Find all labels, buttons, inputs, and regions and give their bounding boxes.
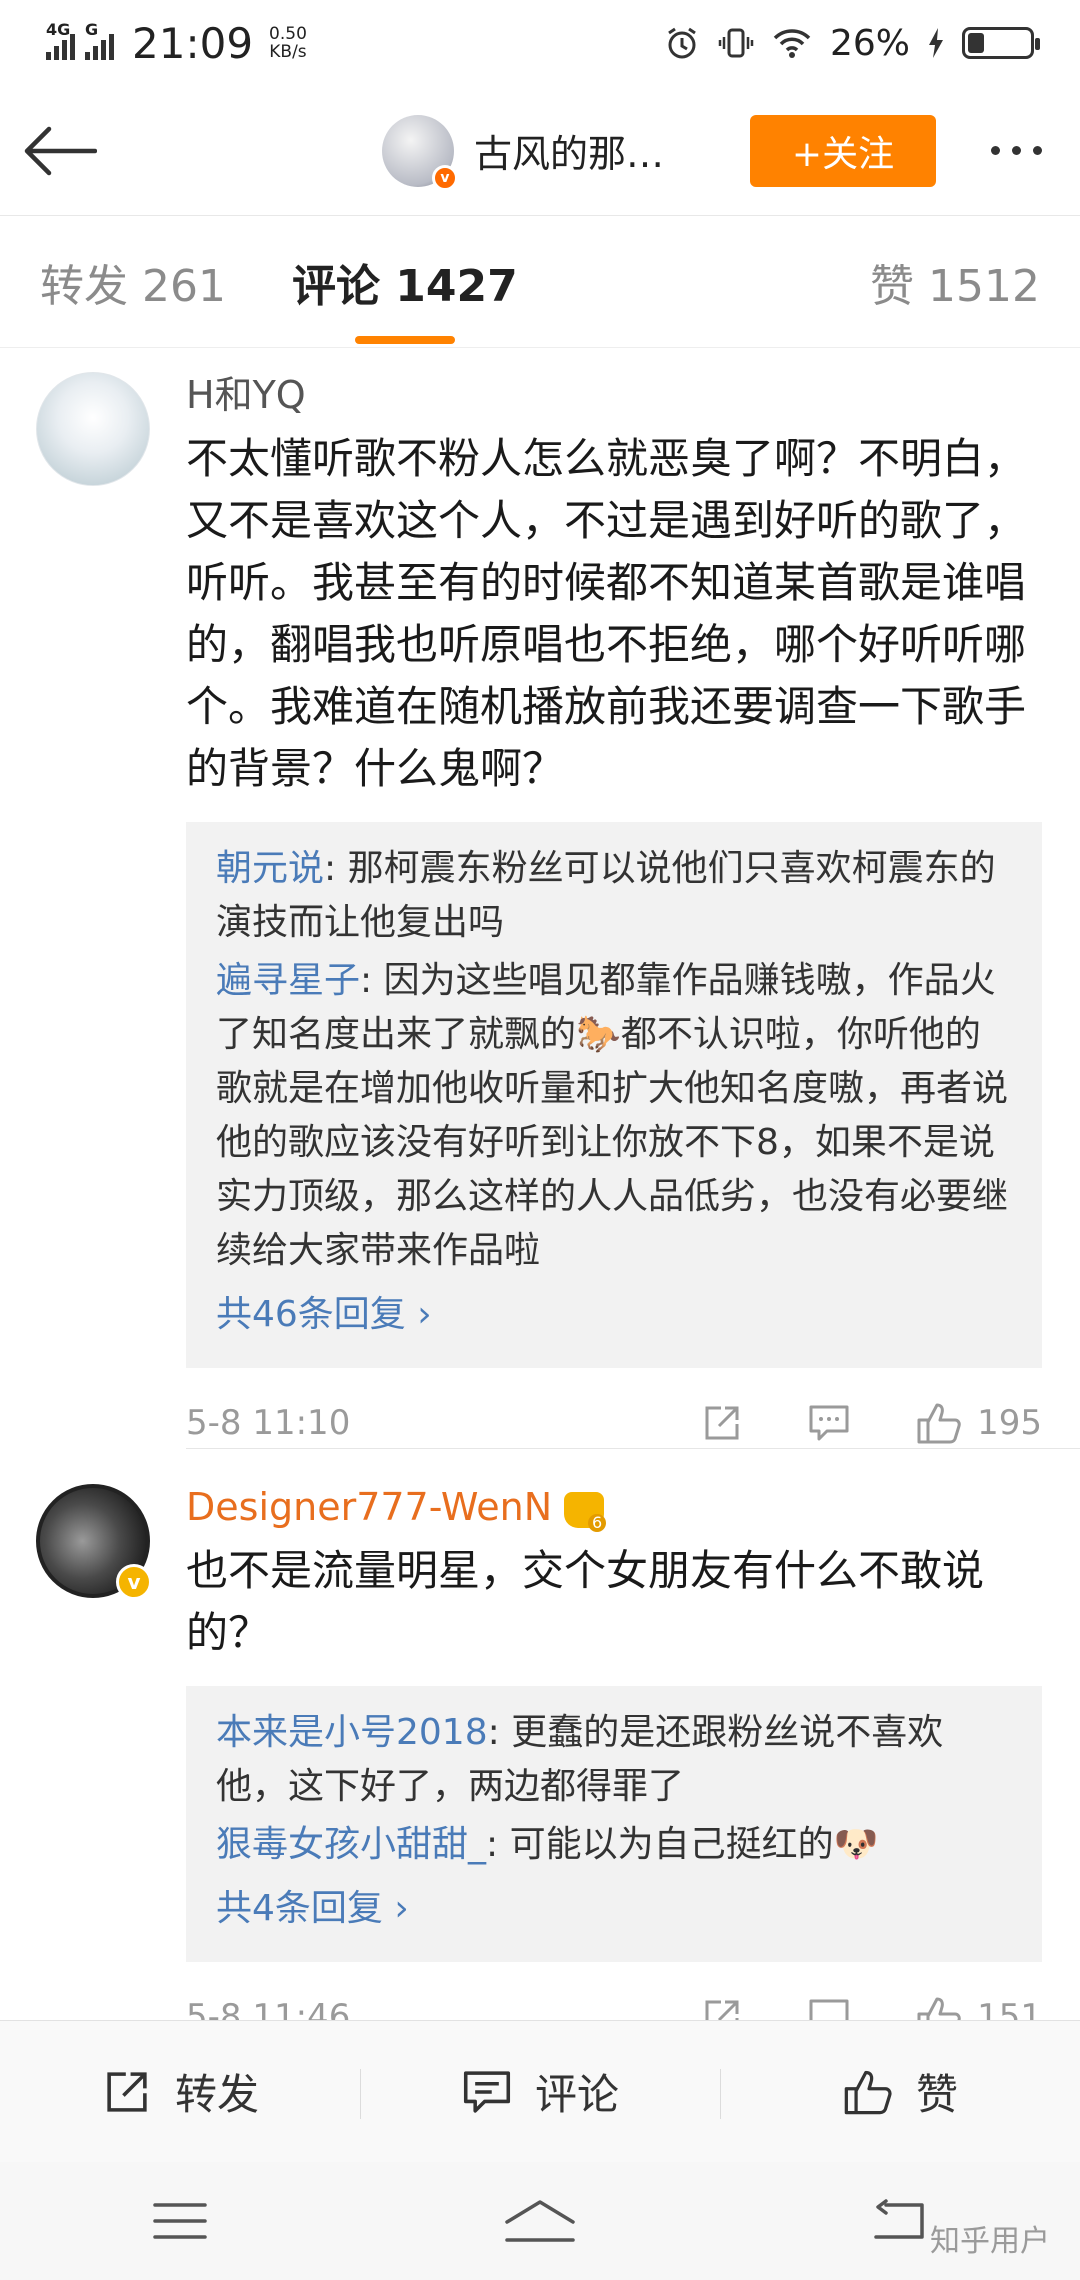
reply-username[interactable]: 遍寻星子	[216, 960, 360, 1001]
comment-button[interactable]: 评论	[360, 2061, 720, 2122]
view-replies-link[interactable]: 共46条回复 ›	[216, 1288, 1012, 1342]
reply-text: : 因为这些唱见都靠作品赚钱嗷，作品火了知名度出来了就飘的🐎都不认识啦，你听他的…	[216, 960, 1009, 1271]
wifi-icon	[773, 29, 811, 58]
watermark: 知乎用户	[930, 2224, 1050, 2259]
comment-body: H和YQ 不太懂听歌不粉人怎么就恶臭了啊？不明白，又不是喜欢这个人，不过是遇到好…	[186, 368, 1042, 1478]
repost-button[interactable]: 转发	[0, 2061, 360, 2122]
repost-comment-button[interactable]	[701, 1402, 743, 1444]
status-left: 4G G 21:09 0.50 KB/s	[46, 19, 307, 68]
charging-icon	[929, 28, 943, 58]
like-comment-button[interactable]: 195	[915, 1400, 1042, 1446]
divider	[186, 1448, 1080, 1449]
status-bar: 4G G 21:09 0.50 KB/s 26%	[0, 0, 1080, 86]
thumbs-up-icon	[917, 1403, 961, 1444]
comment-text: 不太懂听歌不粉人怎么就恶臭了啊？不明白，又不是喜欢这个人，不过是遇到好听的歌了，…	[186, 434, 1027, 793]
reply-item: 本来是小号2018: 更蠢的是还跟粉丝说不喜欢他，这下好了，两边都得罪了	[216, 1706, 1012, 1814]
reply-comment-button[interactable]	[807, 1402, 851, 1444]
speed-unit: KB/s	[269, 42, 307, 62]
reply-username[interactable]: 狠毒女孩小甜甜_	[216, 1824, 486, 1865]
comment-meta: 5-8 11:10 195	[186, 1368, 1042, 1478]
battery-percent: 26%	[829, 22, 910, 64]
comment-username[interactable]: Designer777-WenN	[186, 1480, 1042, 1534]
comment-time: 5-8 11:10	[186, 1403, 351, 1443]
like-label: 赞	[915, 2070, 958, 2119]
bottom-toolbar: 转发 评论 赞	[0, 2020, 1080, 2162]
reply-username[interactable]: 朝元说	[216, 848, 324, 889]
battery-icon	[962, 27, 1040, 59]
verified-badge: v	[116, 1564, 152, 1600]
back-arrow-icon	[24, 126, 97, 175]
verified-badge: v	[432, 164, 458, 191]
username-text: Designer777-WenN	[186, 1485, 553, 1529]
avatar[interactable]: v	[382, 114, 458, 191]
top-nav-bar: v 古风的那… +关注	[0, 86, 1080, 216]
home-icon	[505, 2200, 575, 2242]
system-nav-bar	[0, 2162, 1080, 2280]
reply-box[interactable]: 朝元说: 那柯震东粉丝可以说他们只喜欢柯震东的演技而让他复出吗 遍寻星子: 因为…	[186, 822, 1042, 1368]
speed-value: 0.50	[269, 24, 307, 44]
reply-item: 狠毒女孩小甜甜_: 可能以为自己挺红的🐶	[216, 1818, 1012, 1872]
follow-button[interactable]: +关注	[750, 114, 936, 187]
reply-text: : 可能以为自己挺红的🐶	[486, 1824, 879, 1865]
avatar[interactable]: v	[36, 1484, 152, 1600]
menu-icon	[153, 2203, 207, 2239]
back-button[interactable]	[0, 86, 120, 216]
comment-icon	[463, 2070, 511, 2113]
comment-username[interactable]: H和YQ	[186, 368, 1042, 422]
view-replies-link[interactable]: 共4条回复 ›	[216, 1882, 1012, 1936]
tab-repost[interactable]: 转发 261	[40, 250, 226, 314]
nav-profile[interactable]: v 古风的那…	[120, 114, 704, 191]
network-label-1: 4G	[46, 20, 71, 39]
page-title[interactable]: 古风的那…	[474, 123, 684, 178]
vip-crown-icon	[564, 1491, 607, 1532]
reply-item: 朝元说: 那柯震东粉丝可以说他们只喜欢柯震东的演技而让他复出吗	[216, 842, 1012, 950]
comment-text: 也不是流量明星，交个女朋友有什么不敢说的？	[186, 1546, 985, 1657]
battery-fill	[968, 33, 984, 53]
status-right: 26%	[664, 22, 1040, 64]
dot-icon	[1011, 146, 1021, 155]
dot-icon	[1032, 146, 1042, 155]
comment-icon	[809, 1405, 849, 1441]
like-button[interactable]: 赞	[720, 2061, 1080, 2122]
dot-icon	[990, 146, 1000, 155]
reply-item: 遍寻星子: 因为这些唱见都靠作品赚钱嗷，作品火了知名度出来了就飘的🐎都不认识啦，…	[216, 954, 1012, 1278]
reply-text: : 那柯震东粉丝可以说他们只喜欢柯震东的演技而让他复出吗	[216, 848, 996, 943]
network-label-2: G	[85, 20, 99, 39]
signal-icon-2: G	[85, 20, 114, 60]
vibrate-icon	[718, 28, 754, 58]
alarm-icon	[668, 27, 696, 59]
avatar[interactable]	[36, 372, 150, 486]
reply-username[interactable]: 本来是小号2018	[216, 1712, 488, 1753]
comment-body: Designer777-WenN 也不是流量明星，交个女朋友有什么不敢说的？ 本…	[186, 1480, 1042, 2072]
reply-box[interactable]: 本来是小号2018: 更蠢的是还跟粉丝说不喜欢他，这下好了，两边都得罪了 狠毒女…	[186, 1686, 1042, 1962]
network-speed: 0.50 KB/s	[269, 25, 307, 61]
return-icon	[874, 2199, 924, 2239]
comment-label: 评论	[534, 2070, 619, 2119]
tab-comments[interactable]: 评论 1427	[292, 250, 518, 314]
home-button[interactable]	[480, 2181, 600, 2261]
share-icon	[705, 1406, 739, 1440]
tab-bar: 转发 261 评论 1427 赞 1512	[0, 216, 1080, 348]
tab-likes[interactable]: 赞 1512	[870, 250, 1040, 314]
signal-icon: 4G	[46, 20, 75, 60]
more-options-button[interactable]	[976, 146, 1056, 155]
thumbs-up-icon	[844, 2070, 892, 2114]
share-icon	[107, 2071, 147, 2112]
like-count: 195	[977, 1403, 1042, 1443]
menu-button[interactable]	[120, 2181, 240, 2261]
clock: 21:09	[132, 18, 254, 68]
repost-label: 转发	[174, 2070, 259, 2119]
